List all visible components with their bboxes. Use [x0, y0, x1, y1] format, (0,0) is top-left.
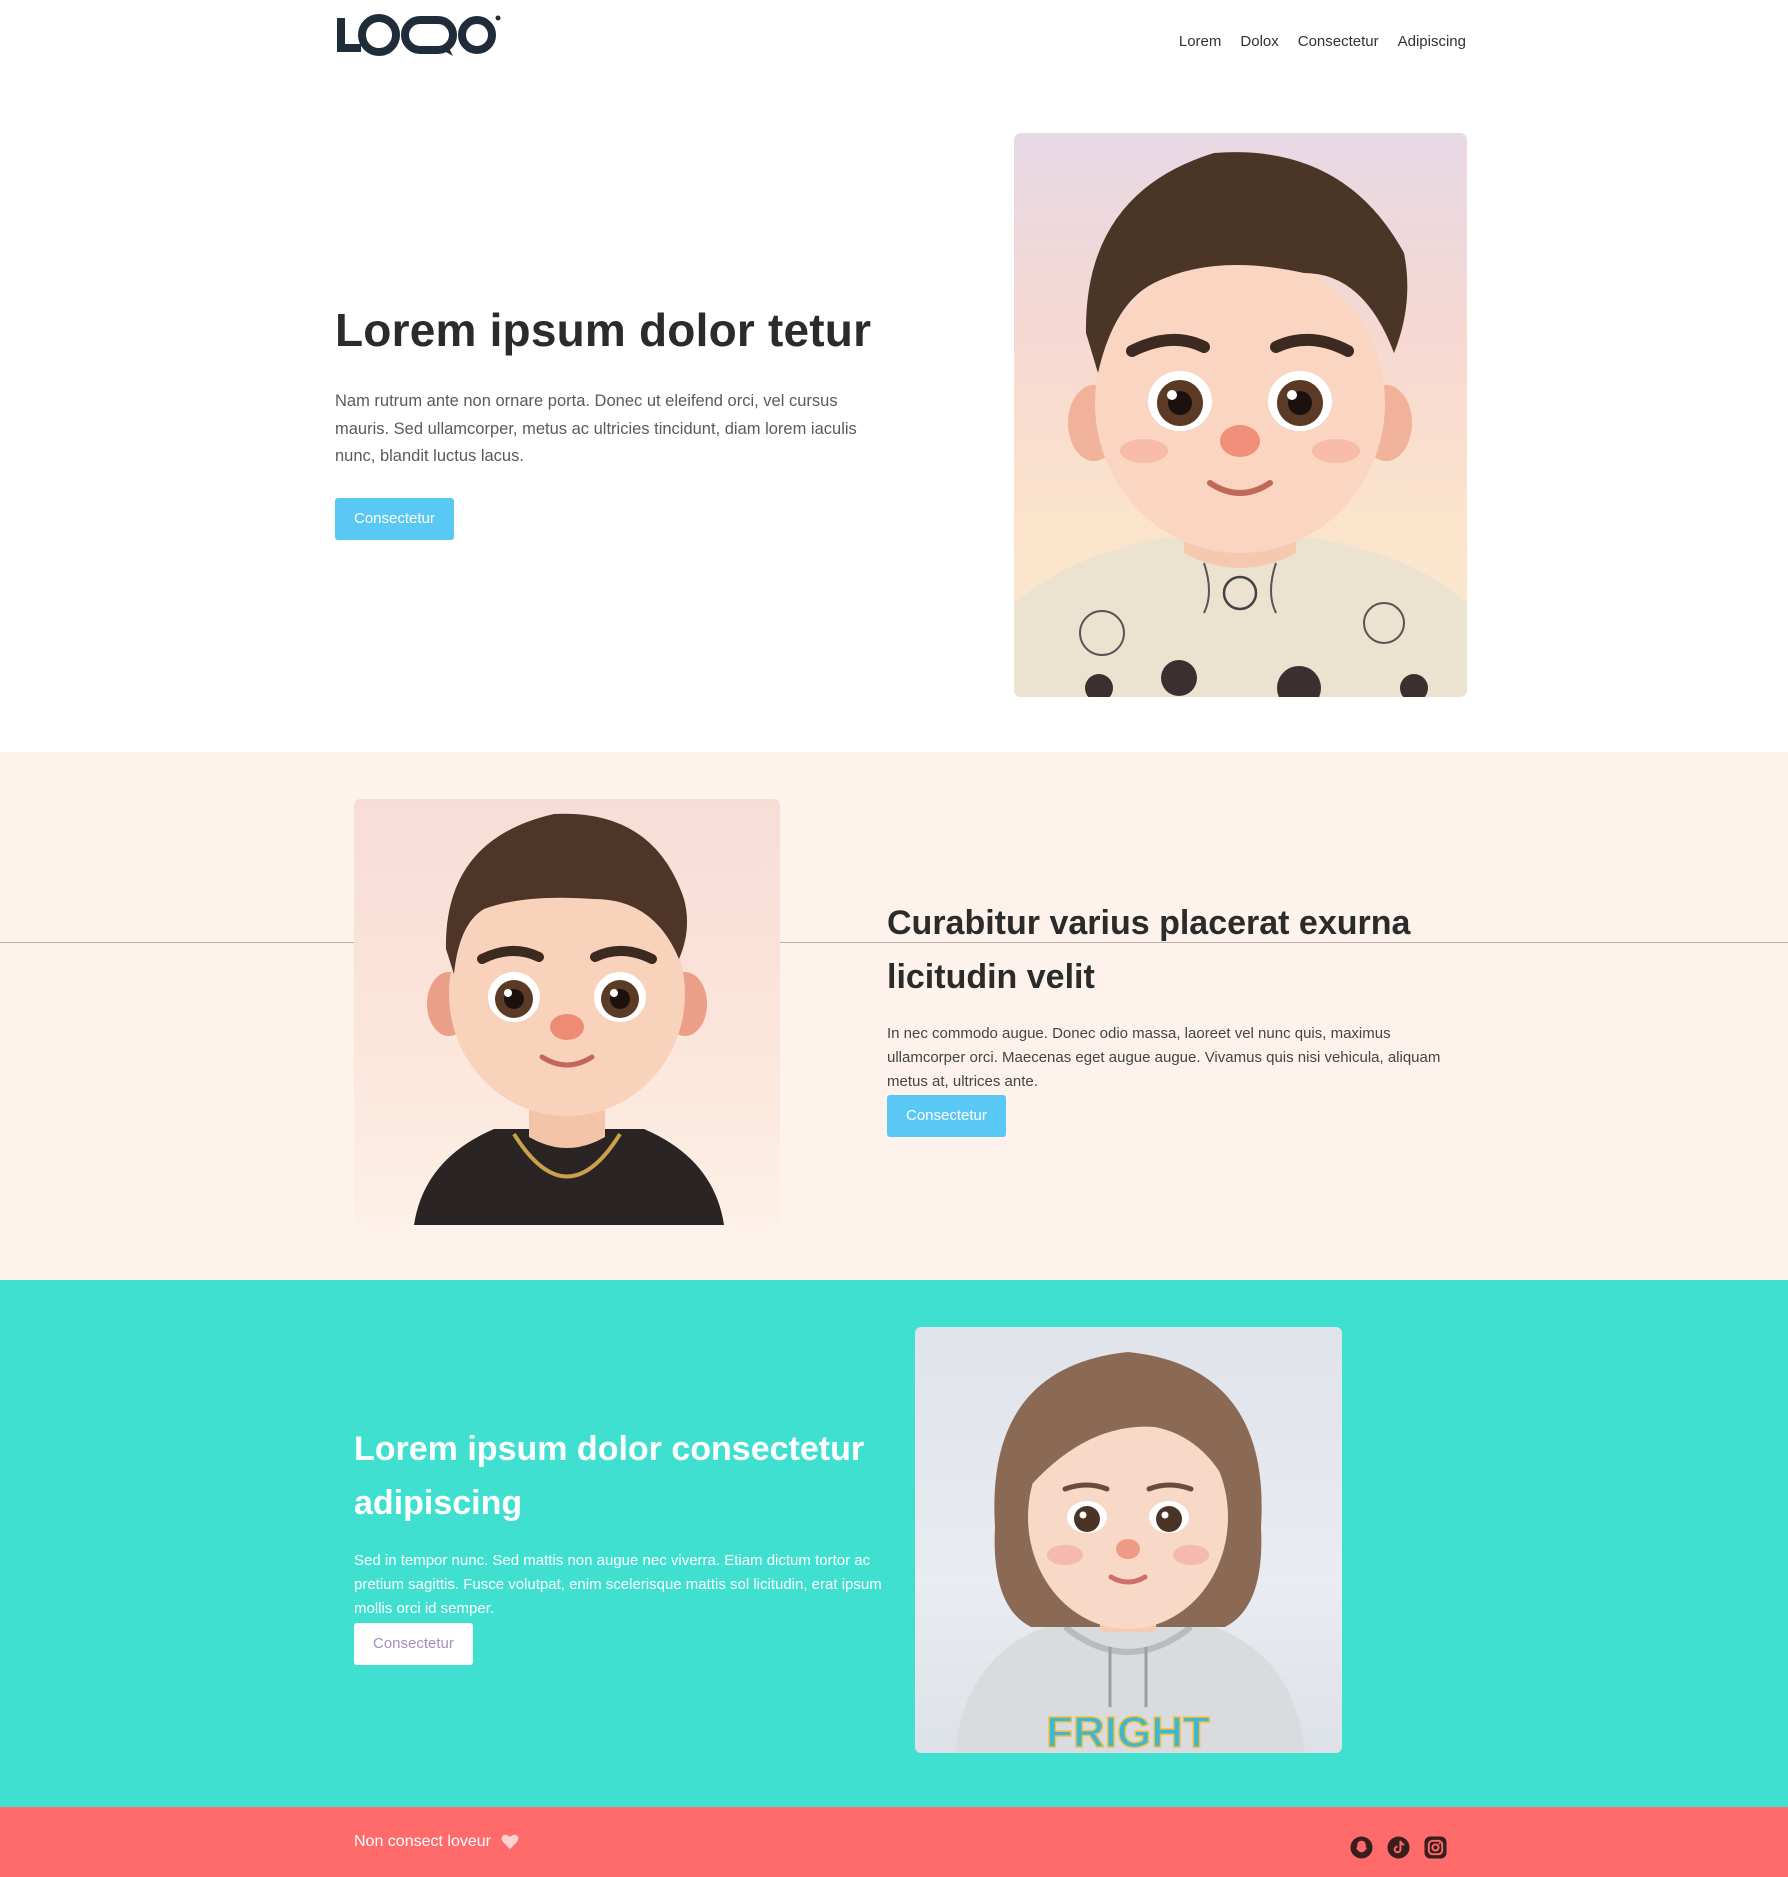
- snapchat-icon[interactable]: [1350, 1836, 1373, 1859]
- feature-image: [354, 799, 780, 1225]
- nav-item-lorem[interactable]: Lorem: [1179, 33, 1222, 50]
- nav-item-adipiscing[interactable]: Adipiscing: [1398, 33, 1466, 50]
- feature-cta-button[interactable]: Consectetur: [887, 1095, 1006, 1137]
- main-nav: Lorem Dolox Consectetur Adipiscing: [1179, 33, 1466, 50]
- highlight-title: Lorem ipsum dolor consectetur adipiscing: [354, 1430, 865, 1522]
- site-header: Lorem Dolox Consectetur Adipiscing: [0, 0, 1788, 90]
- hero-title: Lorem ipsum dolor tetur: [335, 304, 872, 356]
- footer-credit: Non consect loveur: [354, 1833, 519, 1851]
- highlight-section: [0, 1280, 1788, 1807]
- feature-section: [0, 752, 1788, 1280]
- feature-title: Curabitur varius placerat exurna licitud…: [887, 904, 1411, 996]
- highlight-text: Sed in tempor nunc. Sed mattis non augue…: [354, 1552, 882, 1617]
- nav-item-consectetur[interactable]: Consectetur: [1298, 33, 1379, 50]
- site-footer: [0, 1807, 1788, 1877]
- heart-icon: [501, 1834, 519, 1849]
- hoodie-print: FRIGHT: [1046, 1708, 1210, 1753]
- nav-item-dolox[interactable]: Dolox: [1240, 33, 1278, 50]
- highlight-cta-button[interactable]: Consectetur: [354, 1623, 473, 1665]
- hero-image: [1014, 133, 1467, 697]
- instagram-icon[interactable]: [1424, 1836, 1447, 1859]
- tiktok-icon[interactable]: [1387, 1836, 1410, 1859]
- logo[interactable]: [335, 14, 503, 60]
- highlight-image: FRIGHT: [915, 1327, 1342, 1753]
- social-links: [1350, 1836, 1447, 1859]
- footer-text: Non consect loveur: [354, 1833, 491, 1850]
- hero-cta-button[interactable]: Consectetur: [335, 498, 454, 540]
- feature-text: In nec commodo augue. Donec odio massa, …: [887, 1025, 1441, 1090]
- hero-text: Nam rutrum ante non ornare porta. Donec …: [335, 392, 857, 465]
